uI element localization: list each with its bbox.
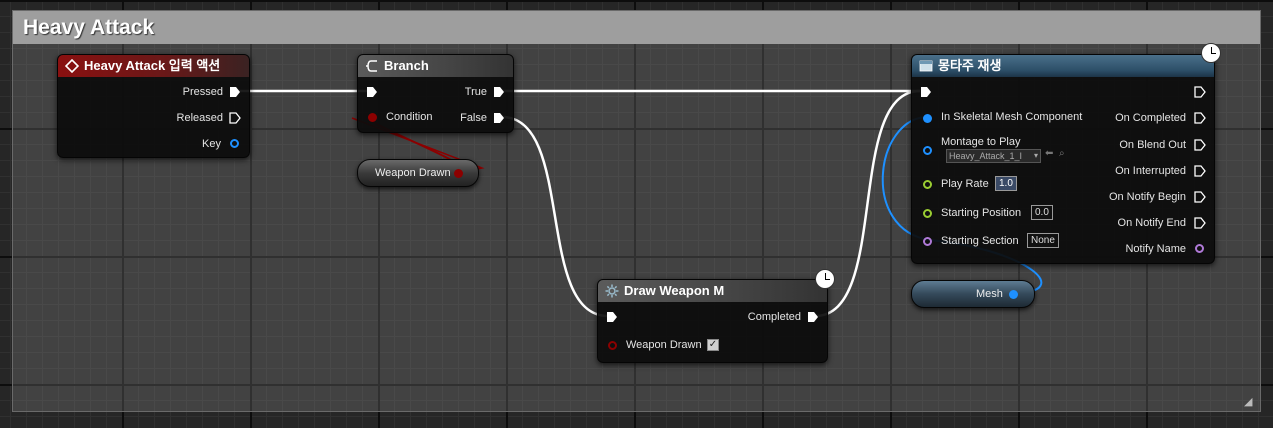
play-rate-label: Play Rate [941, 178, 989, 190]
false-label: False [460, 112, 487, 124]
on-notify-begin-label: On Notify Begin [1108, 191, 1186, 203]
montage-to-play-pin[interactable] [923, 146, 932, 155]
draw-weapon-title: Draw Weapon M [624, 283, 725, 298]
condition-pin[interactable] [368, 113, 377, 122]
play-montage-node[interactable]: 몽타주 재생 In Skeletal Mesh Component Montag… [911, 54, 1215, 264]
released-exec-pin[interactable] [229, 112, 241, 124]
montage-to-play-label: Montage to Play [941, 136, 1021, 148]
mesh-var-label: Mesh [976, 288, 1003, 300]
wire-false-drawweapon [501, 115, 609, 318]
completed-exec-pin[interactable] [807, 311, 819, 323]
draw-weapon-exec-in-pin[interactable] [606, 311, 618, 323]
starting-section-pin[interactable] [923, 237, 932, 246]
draw-weapon-node[interactable]: Draw Weapon M Completed Weapon Drawn ✓ [597, 279, 828, 363]
key-pin[interactable] [230, 139, 239, 148]
true-label: True [464, 86, 487, 98]
chevron-down-icon: ▾ [1033, 151, 1038, 160]
notify-name-label: Notify Name [1125, 243, 1186, 255]
pressed-label: Pressed [182, 86, 223, 98]
weapon-drawn-var-pin[interactable] [454, 169, 463, 178]
play-montage-title: 몽타주 재생 [938, 58, 1002, 73]
on-notify-end-pin[interactable] [1194, 217, 1206, 229]
on-interrupted-pin[interactable] [1194, 165, 1206, 177]
montage-exec-in-pin[interactable] [920, 86, 932, 98]
weapon-drawn-input-label: Weapon Drawn [626, 339, 702, 351]
mesh-variable[interactable]: Mesh [911, 280, 1035, 308]
gear-icon [605, 284, 619, 298]
starting-position-input[interactable]: 0.0 [1031, 205, 1053, 220]
branch-title: Branch [384, 58, 429, 73]
starting-section-label: Starting Section [941, 235, 1019, 247]
browse-search-icon[interactable]: ⌕ [1059, 148, 1065, 159]
key-label: Key [202, 138, 221, 150]
input-action-node[interactable]: Heavy Attack 입력 액션 Pressed Released Key [57, 54, 250, 158]
notify-name-pin[interactable] [1195, 244, 1204, 253]
branch-node[interactable]: Branch Condition True False [357, 54, 514, 133]
play-montage-header[interactable]: 몽타주 재생 [912, 55, 1214, 77]
on-notify-begin-pin[interactable] [1194, 191, 1206, 203]
use-selected-arrow-icon[interactable]: ⬅ [1045, 148, 1053, 159]
on-blend-out-pin[interactable] [1194, 139, 1206, 151]
input-action-title: Heavy Attack 입력 액션 [84, 58, 221, 73]
condition-label: Condition [386, 111, 433, 123]
input-action-header[interactable]: Heavy Attack 입력 액션 [58, 55, 249, 77]
weapon-drawn-input-pin[interactable] [608, 341, 617, 350]
starting-section-input[interactable]: None [1027, 233, 1059, 248]
mesh-var-pin[interactable] [1009, 290, 1018, 299]
function-icon [919, 59, 933, 73]
event-diamond-icon [64, 58, 80, 74]
montage-exec-out-pin[interactable] [1194, 86, 1206, 98]
montage-asset-dropdown[interactable]: Heavy_Attack_1_I ▾ [946, 149, 1041, 163]
play-rate-pin[interactable] [923, 180, 932, 189]
released-label: Released [176, 112, 223, 124]
latent-clock-icon-2 [1201, 43, 1221, 63]
on-notify-end-label: On Notify End [1117, 217, 1186, 229]
latent-clock-icon [815, 269, 835, 289]
starting-position-pin[interactable] [923, 209, 932, 218]
weapon-drawn-checkbox[interactable]: ✓ [707, 339, 719, 351]
pressed-exec-pin[interactable] [229, 86, 241, 98]
on-interrupted-label: On Interrupted [1115, 165, 1186, 177]
true-exec-pin[interactable] [493, 86, 505, 98]
draw-weapon-header[interactable]: Draw Weapon M [598, 280, 827, 302]
on-completed-label: On Completed [1115, 112, 1186, 124]
branch-header[interactable]: Branch [358, 55, 513, 77]
weapon-drawn-variable[interactable]: Weapon Drawn [357, 159, 479, 187]
branch-exec-in-pin[interactable] [366, 86, 378, 98]
on-completed-pin[interactable] [1194, 112, 1206, 124]
false-exec-pin[interactable] [493, 112, 505, 124]
completed-label: Completed [747, 311, 801, 323]
montage-asset-value: Heavy_Attack_1_I [949, 151, 1023, 161]
on-blend-out-label: On Blend Out [1119, 139, 1186, 151]
branch-icon [365, 59, 379, 73]
weapon-drawn-var-label: Weapon Drawn [375, 167, 451, 179]
skeletal-mesh-pin[interactable] [923, 114, 932, 123]
starting-position-label: Starting Position [941, 207, 1022, 219]
play-rate-input[interactable]: 1.0 [995, 176, 1017, 191]
skeletal-mesh-label: In Skeletal Mesh Component [941, 111, 1083, 123]
